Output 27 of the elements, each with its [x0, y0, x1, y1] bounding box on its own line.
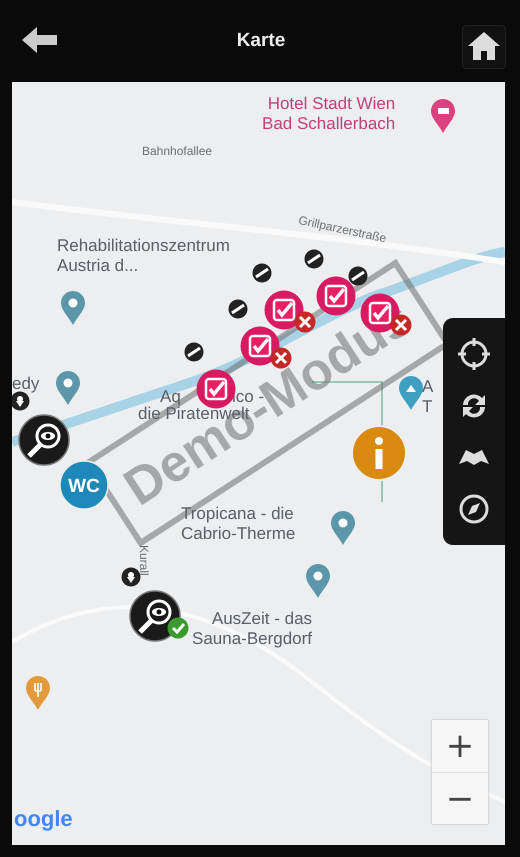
- magnifier-eye-marker-icon[interactable]: [129, 590, 181, 642]
- ppp-badge: [252, 263, 272, 283]
- zoom-out-button[interactable]: −: [432, 772, 488, 824]
- map-pin-icon[interactable]: [55, 370, 81, 406]
- ppp-badge: [348, 266, 368, 286]
- map-pin-icon[interactable]: [330, 510, 356, 546]
- map-pin-icon[interactable]: [305, 563, 331, 599]
- check-badge: [167, 617, 189, 639]
- wc-marker[interactable]: WC: [59, 460, 109, 510]
- map-attribution: oogle: [14, 806, 73, 832]
- pin-badge: [12, 391, 30, 411]
- zoom-in-button[interactable]: +: [432, 720, 488, 772]
- street-label: Kurall: [136, 545, 150, 576]
- place-label: edy: [12, 374, 40, 394]
- place-label: A T: [422, 377, 434, 416]
- screen-title: Karte: [236, 30, 286, 52]
- ppp-badge: [304, 249, 324, 269]
- street-label: Bahnhofallee: [142, 145, 212, 159]
- home-button[interactable]: [462, 25, 506, 69]
- pin-badge: [121, 567, 141, 587]
- place-label: Hotel Stadt Wien Bad Schallerbach: [262, 94, 396, 134]
- compass-button[interactable]: [457, 492, 491, 526]
- map-pin-icon[interactable]: [60, 290, 86, 326]
- magnifier-eye-marker-icon[interactable]: [18, 414, 70, 466]
- place-label: AusZeit - das Sauna-Bergdorf: [192, 609, 312, 648]
- map-pin-icon[interactable]: [430, 98, 456, 134]
- locate-button[interactable]: [457, 336, 491, 371]
